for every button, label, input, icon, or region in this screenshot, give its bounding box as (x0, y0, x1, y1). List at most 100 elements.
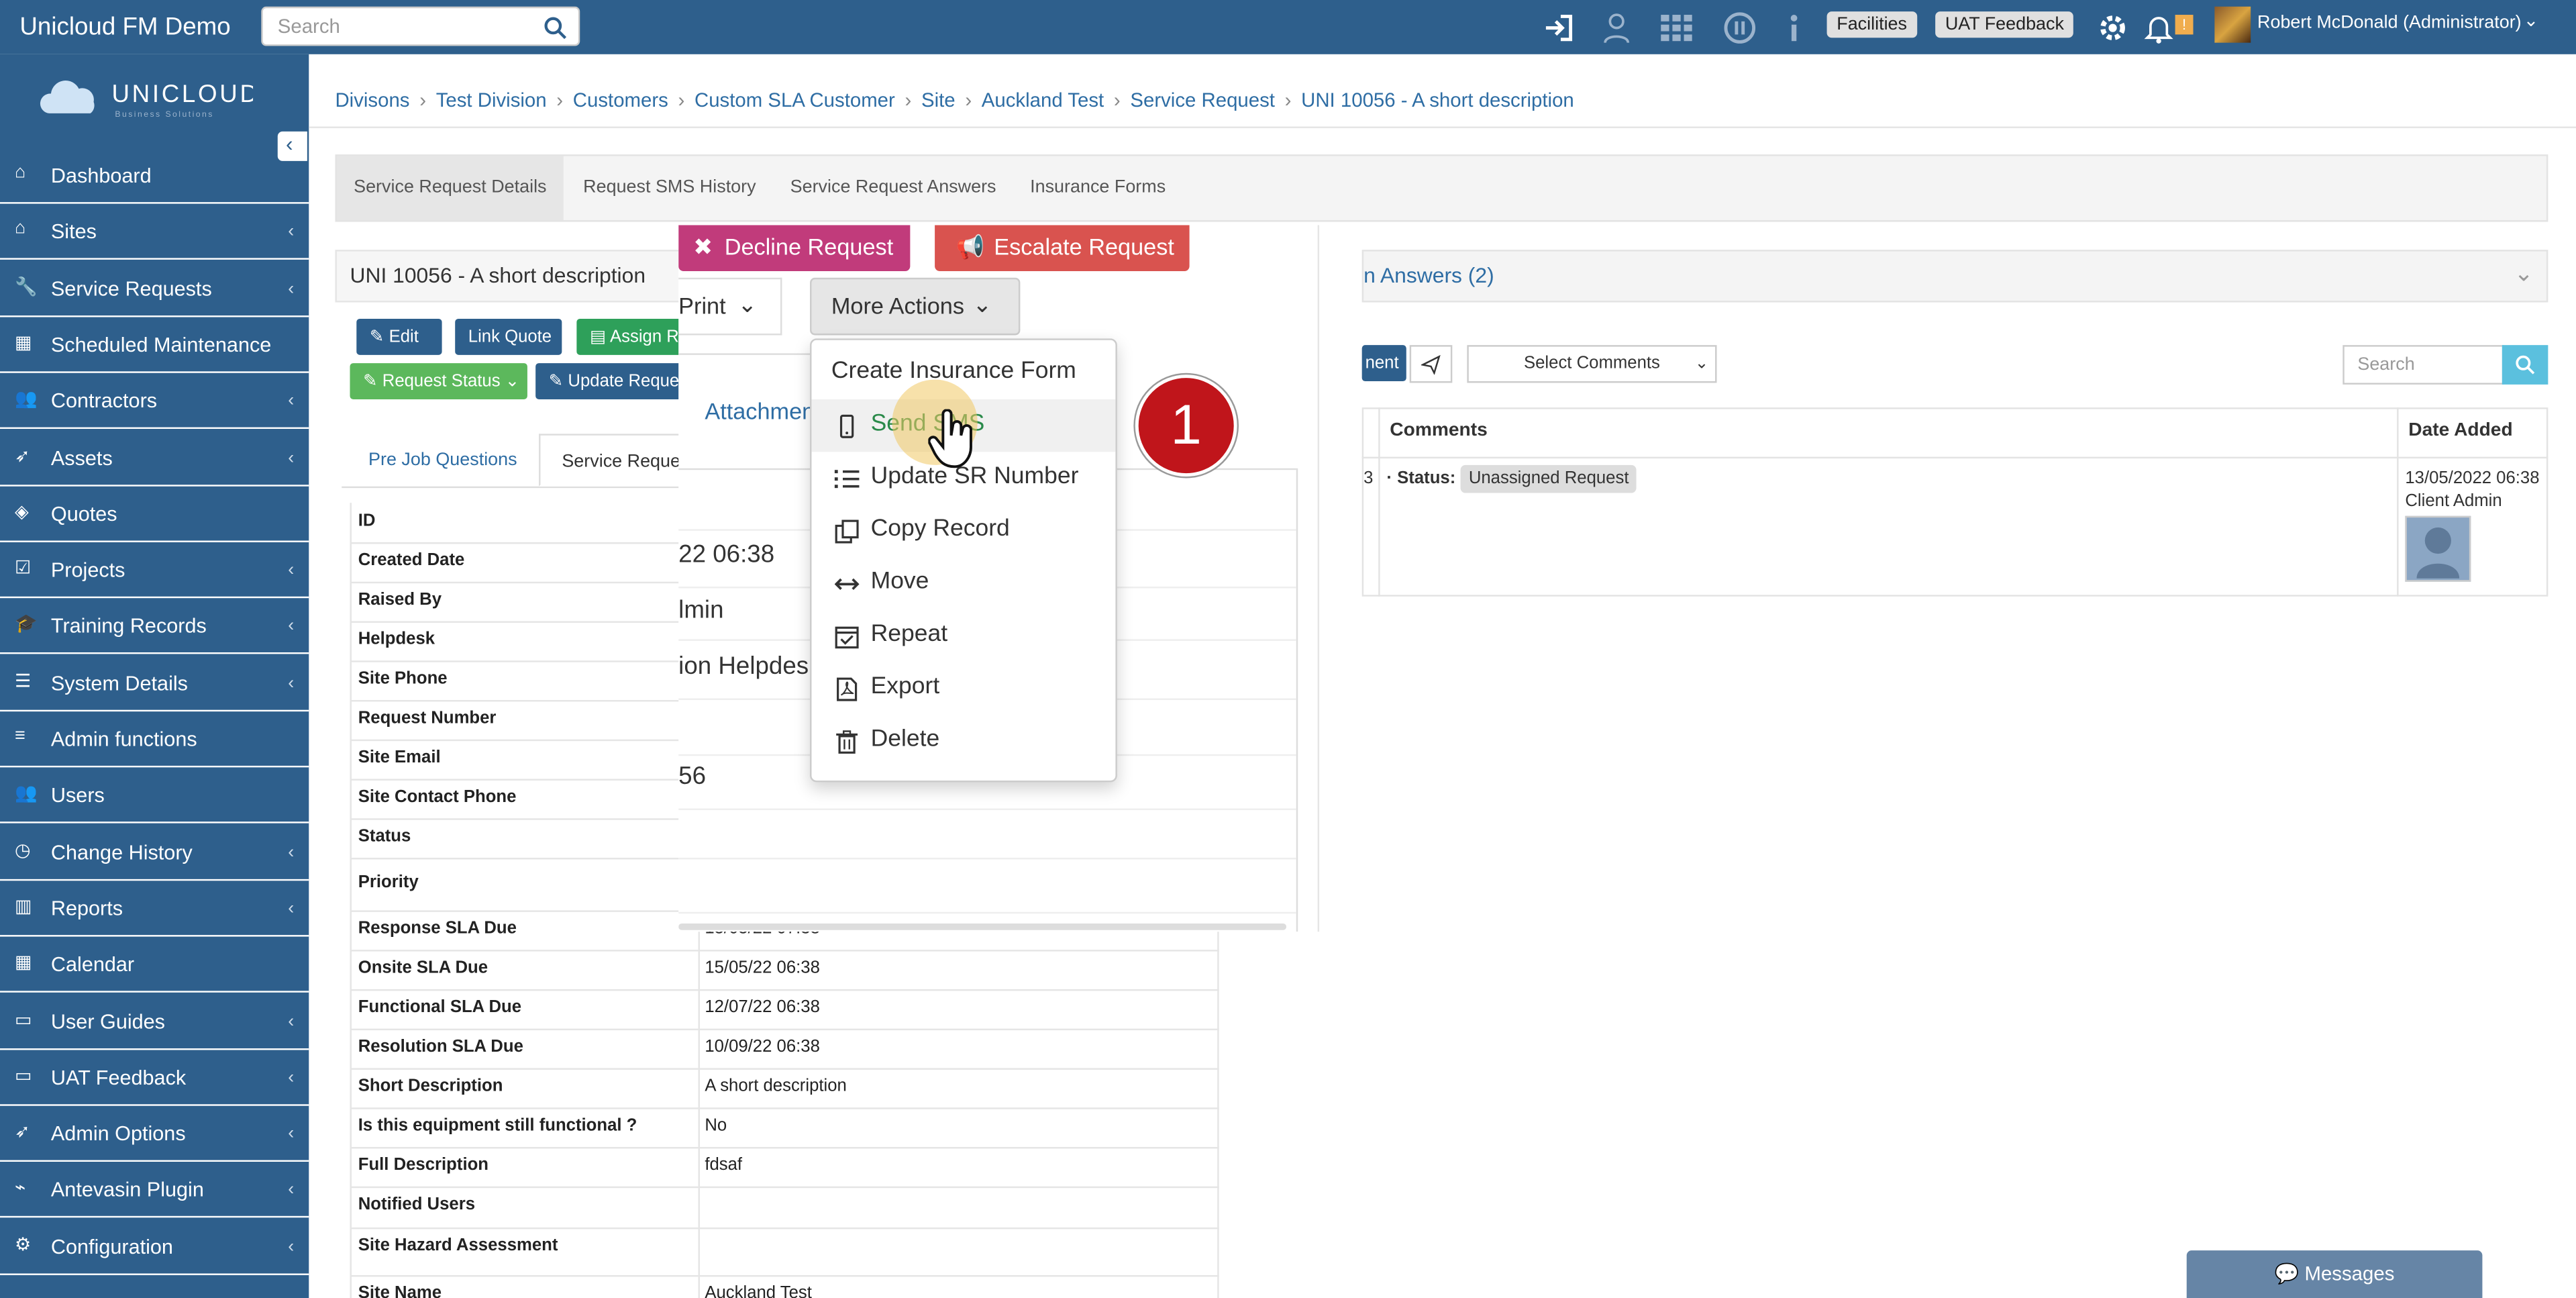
gear-icon[interactable] (2096, 11, 2129, 44)
sidebar-item-label: Sites (50, 220, 97, 244)
sidebar-item-contractors[interactable]: 👥 Contractors ‹ (0, 377, 309, 430)
sidebar-item-label: Assets (50, 446, 113, 470)
update-request-label: Update Reques (568, 371, 688, 391)
breadcrumb-separator-icon: › (905, 89, 912, 112)
chevron-down-icon[interactable]: ⌄ (2514, 260, 2534, 288)
link-quote-button[interactable]: Link Quote (455, 318, 562, 355)
tab-service-request-details[interactable]: Service Request Details (336, 156, 564, 221)
tab-insurance-forms[interactable]: Insurance Forms (1030, 156, 1166, 220)
comments-search-input[interactable]: Search (2342, 345, 2504, 385)
decline-request-button[interactable]: ✖ Decline Request (678, 225, 911, 271)
search-input[interactable]: Search (261, 6, 580, 46)
comment-button[interactable]: nent (1361, 345, 1406, 382)
table-row: Functional SLA Due 12/07/22 06:38 (350, 989, 1219, 1031)
sidebar-item-admin-options[interactable]: ➶ Admin Options ‹ (0, 1109, 309, 1162)
sidebar-item-label: Change History (50, 840, 193, 864)
field-label: Site Hazard Assessment (358, 1236, 558, 1256)
grid-icon[interactable] (1659, 11, 1692, 44)
tab-service-request-answers[interactable]: Service Request Answers (790, 156, 996, 220)
file-pdf-icon (837, 677, 858, 701)
sidebar-item-system-details[interactable]: ☰ System Details ‹ (0, 658, 309, 711)
chevron-down-icon[interactable]: ⌄ (2524, 10, 2539, 31)
sidebar: UNICLOUD Business Solutions ‹ ⌂ Dashboard… (0, 54, 309, 1298)
chevron-left-icon: ‹ (288, 1236, 295, 1257)
field-value: A short description (705, 1076, 847, 1097)
search-button[interactable] (2502, 345, 2548, 385)
breadcrumb-separator-icon: › (678, 89, 685, 112)
menu-item-move[interactable]: Move (811, 557, 1115, 609)
sidebar-item-users[interactable]: 👥 Users (0, 771, 309, 824)
sidebar-item-label: Antevasin Plugin (50, 1179, 204, 1202)
site-email-value: 56 (678, 762, 707, 791)
field-label: Response SLA Due (358, 918, 517, 939)
avatar[interactable] (2214, 6, 2251, 43)
field-label: Functional SLA Due (358, 997, 522, 1017)
menu-item-copy-record[interactable]: Copy Record (811, 505, 1115, 557)
answers-header[interactable]: n Answers (2) ⌄ (1361, 250, 2548, 303)
chevron-left-icon: ‹ (288, 279, 295, 299)
uat-feedback-button[interactable]: UAT Feedback (1935, 11, 2074, 38)
menu-item-delete[interactable]: Delete (811, 715, 1115, 767)
breadcrumb-link[interactable]: Divisons (335, 89, 409, 111)
menu-item-repeat[interactable]: Repeat (811, 609, 1115, 662)
edit-icon: ✎ (363, 371, 382, 391)
select-comments-label: Select Comments (1523, 353, 1660, 373)
tab-pre-job-questions[interactable]: Pre Job Questions (350, 434, 535, 486)
breadcrumb-link[interactable]: Custom SLA Customer (694, 89, 895, 111)
chevron-left-icon: ‹ (288, 1124, 295, 1144)
record-title: UNI 10056 - A short description (350, 262, 646, 288)
sidebar-item-training-records[interactable]: 🎓 Training Records ‹ (0, 602, 309, 655)
select-comments-dropdown[interactable]: Select Comments ⌄ (1467, 345, 1717, 383)
user-icon[interactable] (1600, 11, 1633, 44)
breadcrumb-link[interactable]: Test Division (436, 89, 547, 111)
sidebar-item-antevasin-plugin[interactable]: ⌁ Antevasin Plugin ‹ (0, 1166, 309, 1219)
sidebar-item-scheduled-maintenance[interactable]: ▦ Scheduled Maintenance (0, 320, 309, 373)
info-icon[interactable] (1778, 11, 1810, 44)
search-icon[interactable] (544, 16, 567, 40)
sidebar-item-assets[interactable]: ➶ Assets ‹ (0, 433, 309, 486)
sidebar-item-dashboard[interactable]: ⌂ Dashboard (0, 151, 309, 204)
sidebar-item-user-guides[interactable]: ▭ User Guides ‹ (0, 997, 309, 1050)
pause-icon[interactable] (1723, 11, 1756, 44)
messages-button[interactable]: 💬 Messages (2186, 1250, 2483, 1298)
sidebar-item-configuration[interactable]: ⚙ Configuration ‹ (0, 1222, 309, 1275)
table-row: Resolution SLA Due 10/09/22 06:38 (350, 1029, 1219, 1070)
logo-subtext: Business Solutions (115, 109, 213, 119)
more-actions-button[interactable]: More Actions ⌄ (810, 277, 1021, 336)
tab-request-sms-history[interactable]: Request SMS History (583, 156, 756, 220)
sidebar-item-service-requests[interactable]: 🔧 Service Requests ‹ (0, 264, 309, 317)
menu-item-export[interactable]: Export (811, 662, 1115, 715)
tab-attachments[interactable]: Attachmen (705, 397, 815, 423)
sidebar-item-admin-functions[interactable]: ≡ Admin functions (0, 715, 309, 768)
folder-icon: ▭ (15, 1009, 32, 1030)
breadcrumb-link[interactable]: Customers (573, 89, 668, 111)
sidebar-item-quotes[interactable]: ◈ Quotes (0, 489, 309, 542)
horizontal-scrollbar[interactable] (678, 923, 1287, 930)
edit-button[interactable]: ✎ Edit (356, 318, 442, 355)
breadcrumb-link[interactable]: Service Request (1130, 89, 1275, 111)
sidebar-item-sites[interactable]: ⌂ Sites ‹ (0, 207, 309, 260)
menu-item-label: Create Insurance Form (831, 358, 1076, 385)
sidebar-item-reports[interactable]: ▥ Reports ‹ (0, 884, 309, 937)
request-status-button[interactable]: ✎ Request Status ⌄ (350, 363, 527, 399)
sign-in-icon[interactable] (1543, 11, 1576, 44)
send-button[interactable] (1409, 345, 1453, 383)
escalate-request-label: Escalate Request (994, 233, 1174, 260)
bell-icon[interactable] (2143, 11, 2175, 44)
table-divider (678, 808, 1296, 811)
sidebar-item-projects[interactable]: ☑ Projects ‹ (0, 546, 309, 599)
breadcrumb-link[interactable]: UNI 10056 - A short description (1301, 89, 1574, 111)
assign-button[interactable]: ▤ Assign R (576, 318, 692, 355)
print-button[interactable]: Print ⌄ (678, 277, 782, 336)
breadcrumb-link[interactable]: Auckland Test (982, 89, 1104, 111)
breadcrumb-link[interactable]: Site (921, 89, 956, 111)
app-title[interactable]: Unicloud FM Demo (19, 13, 230, 42)
escalate-request-button[interactable]: 📢 Escalate Request (935, 225, 1190, 271)
sidebar-item-uat-feedback[interactable]: ▭ UAT Feedback ‹ (0, 1053, 309, 1106)
facilities-button[interactable]: Facilities (1826, 11, 1917, 38)
sidebar-item-change-history[interactable]: ◷ Change History ‹ (0, 828, 309, 881)
user-menu[interactable]: Robert McDonald (Administrator) (2257, 13, 2522, 33)
sidebar-item-calendar[interactable]: ▦ Calendar (0, 940, 309, 993)
divider (678, 353, 811, 355)
update-request-button[interactable]: ✎ Update Reques (535, 363, 692, 399)
